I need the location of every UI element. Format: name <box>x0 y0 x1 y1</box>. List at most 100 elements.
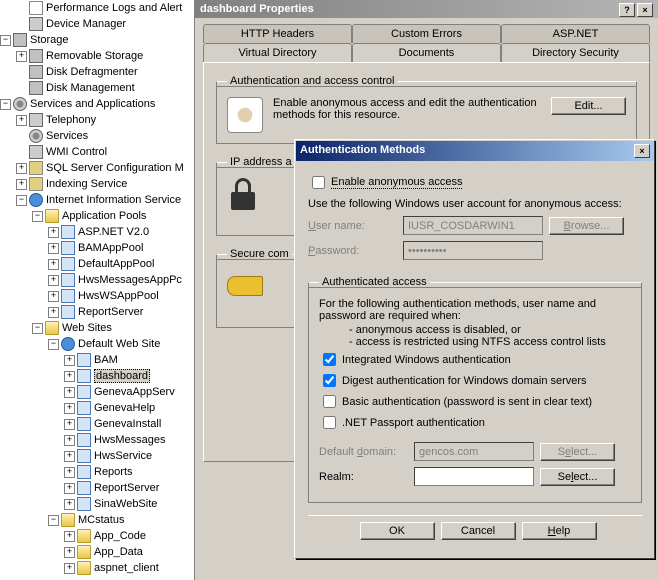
tree-toggle-icon[interactable]: − <box>16 195 27 206</box>
tab-documents[interactable]: Documents <box>352 43 501 62</box>
tree-toggle-icon[interactable]: − <box>48 339 59 350</box>
tree-toggle-icon[interactable]: + <box>64 563 75 574</box>
tree-item[interactable]: +HwsWSAppPool <box>0 288 194 304</box>
tree-item[interactable]: Services <box>0 128 194 144</box>
tree-item[interactable]: +dashboard <box>0 368 194 384</box>
tab-virtual-directory[interactable]: Virtual Directory <box>203 43 352 62</box>
tree-item[interactable]: +Reports <box>0 464 194 480</box>
enable-anonymous-checkbox[interactable] <box>312 176 325 189</box>
tree-toggle-icon[interactable]: + <box>64 355 75 366</box>
tree-toggle-icon[interactable]: + <box>64 419 75 430</box>
tree-toggle-icon[interactable]: − <box>0 99 11 110</box>
folder-icon <box>61 513 75 527</box>
basic-auth-checkbox[interactable] <box>323 395 336 408</box>
tree-item[interactable]: −MCstatus <box>0 512 194 528</box>
tree-toggle-icon[interactable]: − <box>0 35 11 46</box>
tree-item[interactable]: +Indexing Service <box>0 176 194 192</box>
tree-item[interactable]: −Services and Applications <box>0 96 194 112</box>
tree-toggle-icon[interactable]: + <box>64 403 75 414</box>
tree-item[interactable]: −Internet Information Service <box>0 192 194 208</box>
tab-directory-security[interactable]: Directory Security <box>501 43 650 62</box>
tree-toggle-icon[interactable]: + <box>64 499 75 510</box>
tree-toggle-icon[interactable]: + <box>64 547 75 558</box>
tree-item[interactable]: +GenevaInstall <box>0 416 194 432</box>
tree-toggle-icon[interactable]: + <box>48 243 59 254</box>
tree-item[interactable]: +BAMAppPool <box>0 240 194 256</box>
tree-item[interactable]: +SQL Server Configuration M <box>0 160 194 176</box>
integrated-windows-checkbox[interactable] <box>323 353 336 366</box>
enable-anonymous-label: Enable anonymous access <box>331 176 462 189</box>
tree-item[interactable]: Disk Defragmenter <box>0 64 194 80</box>
tree-toggle-icon[interactable]: − <box>32 211 43 222</box>
tree-toggle-icon[interactable]: + <box>16 179 27 190</box>
tree-item[interactable]: +ReportServer <box>0 480 194 496</box>
tree-item[interactable]: +ASP.NET V2.0 <box>0 224 194 240</box>
tree-item[interactable]: Disk Management <box>0 80 194 96</box>
tree-toggle-icon[interactable]: − <box>48 515 59 526</box>
auth-dialog-titlebar[interactable]: Authentication Methods × <box>296 141 654 161</box>
realm-label: Realm: <box>319 471 414 483</box>
tree-item[interactable]: −Storage <box>0 32 194 48</box>
tree-item[interactable]: −Application Pools <box>0 208 194 224</box>
tree-item[interactable]: +SinaWebSite <box>0 496 194 512</box>
tree-item[interactable]: +aspnet_client <box>0 560 194 576</box>
tree-toggle-icon[interactable]: + <box>64 435 75 446</box>
close-icon[interactable]: × <box>637 3 653 17</box>
help-button[interactable]: Help <box>522 522 597 540</box>
digest-auth-checkbox[interactable] <box>323 374 336 387</box>
authentication-methods-dialog[interactable]: Authentication Methods × Enable anonymou… <box>295 140 655 559</box>
tree-item[interactable]: −Web Sites <box>0 320 194 336</box>
tree-toggle-icon[interactable]: + <box>16 51 27 62</box>
tree-item[interactable]: +GenevaHelp <box>0 400 194 416</box>
tree-item[interactable]: +Removable Storage <box>0 48 194 64</box>
tree-toggle-icon[interactable]: + <box>16 115 27 126</box>
ok-button[interactable]: OK <box>360 522 435 540</box>
basic-auth-label: Basic authentication (password is sent i… <box>342 396 592 408</box>
tree-item[interactable]: Performance Logs and Alert <box>0 0 194 16</box>
tree-toggle-icon[interactable]: + <box>48 275 59 286</box>
tree-toggle-icon[interactable]: + <box>64 467 75 478</box>
properties-titlebar: dashboard Properties ? × <box>195 0 658 18</box>
tree-toggle-icon[interactable]: + <box>48 227 59 238</box>
tree-toggle-icon[interactable]: + <box>64 387 75 398</box>
tree-item[interactable]: +HwsService <box>0 448 194 464</box>
tree-toggle-icon[interactable]: + <box>48 259 59 270</box>
tab-http-headers[interactable]: HTTP Headers <box>203 24 352 43</box>
cancel-button[interactable]: Cancel <box>441 522 516 540</box>
net-passport-checkbox[interactable] <box>323 416 336 429</box>
tree-toggle-icon[interactable]: + <box>48 291 59 302</box>
close-icon[interactable]: × <box>634 144 650 158</box>
tree-toggle-icon[interactable]: + <box>16 163 27 174</box>
tree-item[interactable]: +HwsMessages <box>0 432 194 448</box>
realm-field[interactable] <box>414 467 534 486</box>
tree-item-label: GenevaAppServ <box>94 386 175 398</box>
tab-asp-net[interactable]: ASP.NET <box>501 24 650 43</box>
tree-item[interactable]: +BAM <box>0 352 194 368</box>
tree-item[interactable]: +DefaultAppPool <box>0 256 194 272</box>
tree-item[interactable]: +App_Code <box>0 528 194 544</box>
tree-toggle-icon[interactable]: − <box>32 323 43 334</box>
select-realm-button[interactable]: Select... <box>540 468 615 486</box>
tree-item[interactable]: Device Manager <box>0 16 194 32</box>
tree-item-label: App_Data <box>94 546 143 558</box>
mmc-tree[interactable]: Performance Logs and AlertDevice Manager… <box>0 0 195 580</box>
tree-toggle-icon[interactable]: + <box>64 451 75 462</box>
integrated-windows-label: Integrated Windows authentication <box>342 354 511 366</box>
tree-item[interactable]: + GenevaAppServ <box>0 384 194 400</box>
tree-item[interactable]: WMI Control <box>0 144 194 160</box>
edit-button[interactable]: Edit... <box>551 97 626 115</box>
tree-item[interactable]: +HwsMessagesAppPc <box>0 272 194 288</box>
tree-item[interactable]: −Default Web Site <box>0 336 194 352</box>
tab-custom-errors[interactable]: Custom Errors <box>352 24 501 43</box>
tree-toggle-icon[interactable]: + <box>64 531 75 542</box>
tree-item[interactable]: +Telephony <box>0 112 194 128</box>
help-icon[interactable]: ? <box>619 3 635 17</box>
tree-item[interactable]: + App_Data <box>0 544 194 560</box>
gear-icon <box>13 97 27 111</box>
app-icon <box>77 401 91 415</box>
tree-toggle-icon[interactable]: + <box>48 307 59 318</box>
app-icon <box>61 273 75 287</box>
tree-toggle-icon[interactable]: + <box>64 483 75 494</box>
tree-item[interactable]: +ReportServer <box>0 304 194 320</box>
tree-toggle-icon[interactable]: + <box>64 371 75 382</box>
